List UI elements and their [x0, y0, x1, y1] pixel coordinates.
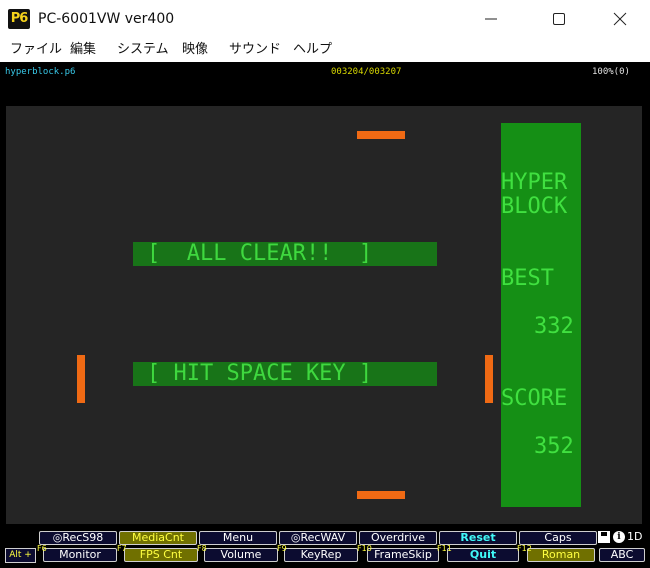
best-label: BEST	[501, 266, 554, 291]
menu-help[interactable]: ヘルプ	[293, 41, 332, 59]
floppy-save-icon[interactable]	[598, 531, 610, 543]
menu-file[interactable]: ファイル	[10, 41, 62, 59]
left-paddle	[77, 355, 85, 403]
maximize-button[interactable]	[536, 0, 582, 38]
drive-indicator: 1D	[627, 530, 643, 543]
all-clear-banner: [ ALL CLEAR!! ]	[133, 242, 437, 266]
game-title-line2: BLOCK	[501, 194, 568, 219]
emulator-screen[interactable]: [ ALL CLEAR!! ] [ HIT SPACE KEY ] HYPER …	[0, 106, 650, 524]
title-bar: P6 PC-6001VW ver400	[0, 0, 650, 38]
emulator-status-line: hyperblock.p6 003204/003207 100%(0)	[0, 62, 650, 82]
game-title-line1: HYPER	[501, 170, 568, 195]
best-value: 332	[534, 314, 574, 339]
fkey-frameskip[interactable]: FrameSkip	[367, 548, 439, 562]
fkey-mediacnt[interactable]: MediaCnt	[119, 531, 197, 545]
playfield: [ ALL CLEAR!! ] [ HIT SPACE KEY ] HYPER …	[6, 106, 642, 524]
fkey-keyrep[interactable]: KeyRep	[284, 548, 358, 562]
fkey-roman[interactable]: Roman	[527, 548, 595, 562]
minimize-button[interactable]	[468, 0, 514, 38]
f7-label: F7	[117, 544, 127, 553]
menu-system[interactable]: システム	[117, 41, 169, 59]
f6-label: F6	[37, 544, 47, 553]
loaded-filename: hyperblock.p6	[5, 67, 76, 77]
fkey-caps[interactable]: Caps	[519, 531, 597, 545]
alt-modifier-key[interactable]: Alt +	[5, 548, 36, 563]
fkey-monitor[interactable]: Monitor	[43, 548, 117, 562]
menu-sound[interactable]: サウンド	[229, 41, 281, 59]
menu-edit[interactable]: 編集	[70, 41, 96, 59]
fkey-fps-cnt[interactable]: FPS Cnt	[124, 548, 198, 562]
close-button[interactable]	[597, 0, 643, 38]
info-icon[interactable]: i	[613, 531, 625, 543]
fkey-menu[interactable]: Menu	[199, 531, 277, 545]
f9-label: F9	[277, 544, 287, 553]
right-paddle	[485, 355, 493, 403]
hit-space-text: [ HIT SPACE KEY ]	[147, 362, 373, 386]
top-paddle	[357, 131, 405, 139]
function-key-bar: ◎RecS98 MediaCnt Menu ◎RecWAV Overdrive …	[0, 524, 650, 568]
screen-border	[0, 82, 650, 106]
score-value: 352	[534, 434, 574, 459]
f10-label: F10	[357, 544, 372, 553]
fkey-abc[interactable]: ABC	[599, 548, 645, 562]
fkey-recs98[interactable]: ◎RecS98	[39, 531, 117, 545]
hit-space-banner: [ HIT SPACE KEY ]	[133, 362, 437, 386]
fkey-quit[interactable]: Quit	[447, 548, 519, 562]
f11-label: F11	[437, 544, 452, 553]
f12-label: F12	[517, 544, 532, 553]
fkey-overdrive[interactable]: Overdrive	[359, 531, 437, 545]
all-clear-text: [ ALL CLEAR!! ]	[147, 242, 373, 266]
speed-indicator: 100%(0)	[592, 67, 630, 77]
tape-counter: 003204/003207	[331, 67, 402, 77]
status-tray: i 1D	[598, 530, 646, 544]
bottom-paddle	[357, 491, 405, 499]
close-icon	[613, 12, 627, 26]
app-icon[interactable]: P6	[8, 9, 30, 29]
fkey-reset[interactable]: Reset	[439, 531, 517, 545]
fkey-volume[interactable]: Volume	[204, 548, 278, 562]
fkey-recwav[interactable]: ◎RecWAV	[279, 531, 357, 545]
f8-label: F8	[197, 544, 207, 553]
score-panel: HYPER BLOCK BEST 332 SCORE 352	[501, 123, 581, 507]
minimize-icon	[485, 18, 497, 20]
score-label: SCORE	[501, 386, 568, 411]
menu-bar: ファイル 編集 システム 映像 サウンド ヘルプ	[0, 38, 650, 62]
menu-video[interactable]: 映像	[182, 41, 208, 59]
maximize-icon	[553, 13, 565, 25]
window-title: PC-6001VW ver400	[38, 11, 175, 27]
